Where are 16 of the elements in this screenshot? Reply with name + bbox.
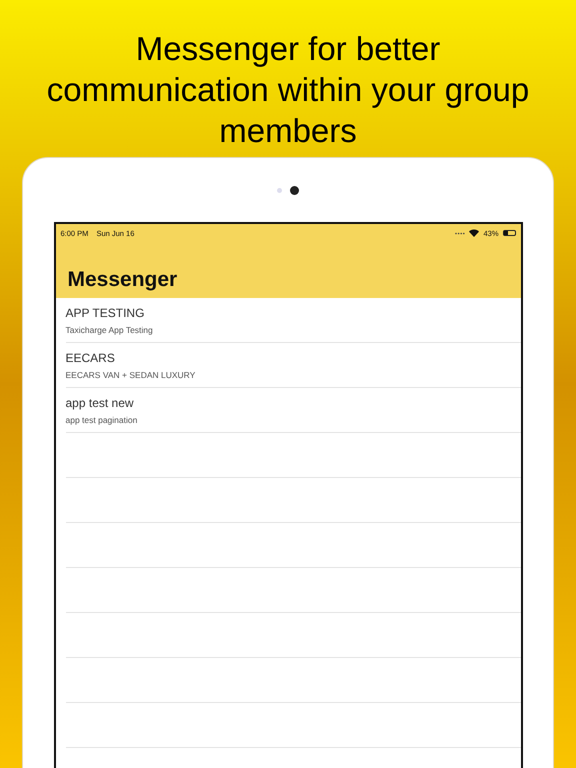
battery-icon <box>502 230 516 236</box>
chat-name: EECARS <box>66 350 116 364</box>
chat-row[interactable]: EECARS EECARS VAN + SEDAN LUXURY <box>66 343 520 388</box>
chat-name: app test new <box>66 396 135 410</box>
chat-subtitle: app test pagination <box>66 414 138 424</box>
camera-icon <box>290 186 299 194</box>
nav-title: Messenger <box>66 268 178 292</box>
chat-subtitle: EECARS VAN + SEDAN LUXURY <box>66 370 196 380</box>
chat-row[interactable]: APP TESTING Taxicharge App Testing <box>66 298 520 343</box>
sensor-icon <box>277 188 282 192</box>
chat-subtitle: Taxicharge App Testing <box>66 324 154 334</box>
signal-icon <box>455 232 466 234</box>
headline: Messenger for better communication within your group members <box>46 29 530 151</box>
chat-row[interactable]: app test new app test pagination <box>66 388 520 433</box>
chat-name: APP TESTING <box>66 306 146 320</box>
wifi-icon <box>469 229 480 237</box>
